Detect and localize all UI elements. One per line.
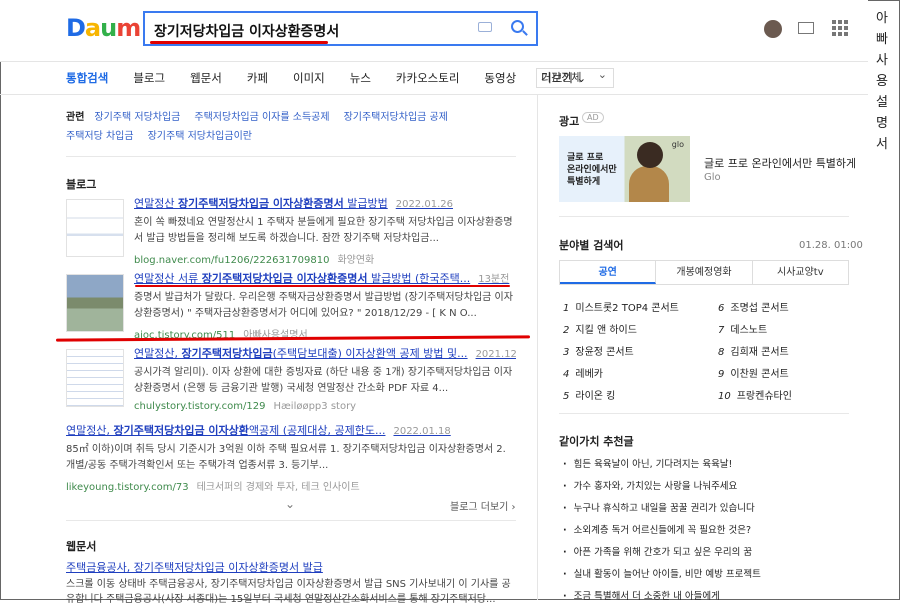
ranking-time: 01.28. 01:00	[799, 240, 863, 251]
blog-thumbnail[interactable]	[66, 349, 124, 407]
related-item[interactable]: 장기주택 저당차입금	[94, 112, 180, 123]
ranking-item[interactable]: 3 장윤정 콘서트	[563, 343, 634, 358]
mail-icon[interactable]	[798, 22, 814, 34]
ad-banner-image[interactable]: 글로 프로 온라인에서만 특별하게 glo	[559, 136, 690, 202]
values-title: 같이가치 추천글	[559, 435, 634, 448]
blog-section-title: 블로그	[66, 178, 97, 191]
ranking-item[interactable]: 4 레베카	[563, 365, 603, 380]
blog-source[interactable]: likeyoung.tistory.com/73 테크서퍼의 경제와 투자, 테크…	[66, 478, 516, 493]
blog-title[interactable]: 연말정산 서류 장기주택저당차입금 이자상환증명서 발급방법 (한국주택... 1…	[134, 270, 516, 286]
related-label: 관련	[66, 112, 85, 123]
related-item[interactable]: 주택저당차입금 이자를 소득공제	[194, 112, 329, 123]
ad-logo: glo	[671, 140, 684, 149]
blog-more-link[interactable]: 블로그 더보기 ›	[450, 498, 516, 513]
ad-sub: Glo	[704, 172, 721, 183]
ranking-item[interactable]: 10 프랑켄슈타인	[718, 387, 792, 402]
blog-desc: 85㎡ 이하)이며 취득 당시 기준시가 3억원 이하 주택 필요서류 1. 장…	[66, 444, 506, 471]
values-item[interactable]: 소외계층 독거 어르신들에게 꼭 필요한 것은?	[563, 522, 751, 536]
tab-news[interactable]: 뉴스	[350, 70, 371, 86]
avatar[interactable]	[764, 20, 782, 38]
divider	[559, 413, 849, 414]
blog-desc: 증명서 발급처가 달랐다. 우리은행 주택자금상환증명서 발급방법 (장기주택저…	[134, 292, 513, 319]
blog-source[interactable]: blog.naver.com/fu1206/222631709810 화양연화	[134, 251, 516, 266]
expand-chevron-icon[interactable]: ⌄	[285, 497, 295, 511]
search-tabs: 통합검색 블로그 웹문서 카페 이미지 뉴스 카카오스토리 동영상 더보기 ⌄	[66, 68, 611, 88]
ranking-item[interactable]: 9 이찬원 콘서트	[718, 365, 789, 380]
red-annotation-underline	[150, 41, 328, 44]
ranking-title: 분야별 검색어	[559, 239, 624, 252]
ranking-item[interactable]: 5 라이온 킹	[563, 387, 615, 402]
tab-blog[interactable]: 블로그	[133, 70, 165, 86]
search-input[interactable]: 장기저당차입금 이자상환증명서	[154, 21, 339, 41]
ranking-tab-tv[interactable]: 시사교양tv	[753, 261, 848, 284]
values-item[interactable]: 아픈 가족을 위해 간호가 되고 싶은 우리의 꿈	[563, 544, 752, 558]
tab-web[interactable]: 웹문서	[190, 70, 222, 86]
column-divider	[537, 95, 538, 600]
keyboard-icon[interactable]	[478, 22, 492, 32]
values-item[interactable]: 가수 홍자와, 가치있는 사랑을 나눠주세요	[563, 478, 738, 492]
blog-title[interactable]: 연말정산 장기주택저당차입금 이자상환증명서 발급방법 2022.01.26	[134, 195, 516, 211]
blog-date: 2022.01.26	[395, 199, 453, 210]
blog-desc: 혼이 쏙 빠졌네요 연말정산시 1 주택자 분들에게 필요한 장기주택 저당차입…	[134, 217, 513, 244]
tab-all[interactable]: 통합검색	[66, 70, 108, 86]
tab-kakaostory[interactable]: 카카오스토리	[396, 70, 459, 86]
ad-person-head	[637, 142, 663, 168]
blog-thumbnail[interactable]	[66, 199, 124, 257]
search-icon[interactable]	[511, 20, 524, 33]
ad-person-image	[629, 166, 669, 202]
tab-video[interactable]: 동영상	[484, 70, 516, 86]
blog-title[interactable]: 연말정산, 장기주택저당차입금(주택담보대출) 이자상환액 공제 방법 및...…	[134, 345, 516, 361]
related-item[interactable]: 주택저당 차입금	[66, 131, 134, 142]
ad-copy[interactable]: 글로 프로 온라인에서만 특별하게	[704, 155, 856, 171]
blog-date: 13분전	[478, 274, 510, 285]
apps-grid-icon[interactable]	[832, 20, 848, 36]
tab-image[interactable]: 이미지	[293, 70, 325, 86]
ranking-tab-performance[interactable]: 공연	[560, 261, 657, 284]
blog-date: 2021.12.28	[475, 349, 516, 360]
ranking-item[interactable]: 6 조명섭 콘서트	[718, 299, 789, 314]
ranking-item[interactable]: 1 미스트롯2 TOP4 콘서트	[563, 299, 679, 314]
ranking-item[interactable]: 2 지킬 앤 하이드	[563, 321, 637, 336]
web-result-desc: 스크롤 이동 상태바 주택금융공사, 장기주택저당차입금 이자상환증명서 발급 …	[66, 579, 511, 605]
blog-desc: 공시가격 알리미). 이자 상환에 대한 증빙자료 (하단 내용 중 1개) 장…	[134, 367, 513, 394]
related-item[interactable]: 장기주택 저당차입금이란	[148, 131, 252, 142]
ad-badge: AD	[582, 112, 604, 123]
period-select[interactable]: 기간전체	[536, 66, 614, 88]
divider	[66, 156, 516, 157]
ranking-item[interactable]: 8 김희재 콘서트	[718, 343, 789, 358]
ad-banner-text: 글로 프로 온라인에서만 특별하게	[567, 153, 617, 187]
related-item[interactable]: 장기주택저당차입금 공제	[344, 112, 448, 123]
daum-logo[interactable]: Daum	[66, 14, 141, 42]
values-item[interactable]: 누구나 휴식하고 내일을 꿈꿀 권리가 있습니다	[563, 500, 755, 514]
values-item[interactable]: 힘든 육육날이 아닌, 기다려지는 육육날!	[563, 456, 733, 470]
web-section-title: 웹문서	[66, 540, 97, 553]
divider	[66, 520, 516, 521]
vertical-watermark-title: 아빠사용설명서	[876, 11, 888, 152]
blog-source[interactable]: chulystory.tistory.com/129 Hæiløøpp3 stor…	[134, 401, 516, 412]
web-result-title[interactable]: 주택금융공사, 장기주택저당차입금 이자상환증명서 발급	[66, 559, 323, 575]
ranking-tab-movies[interactable]: 개봉예정영화	[656, 261, 753, 284]
divider	[559, 216, 849, 217]
red-annotation-underline	[135, 285, 510, 287]
nav-divider	[0, 94, 868, 95]
blog-thumbnail[interactable]	[66, 274, 124, 332]
blog-title[interactable]: 연말정산, 장기주택저당차입금 이자상환액공제 (공제대상, 공제한도... 20…	[66, 422, 516, 438]
header: Daum 장기저당차입금 이자상환증명서	[0, 0, 868, 62]
tab-cafe[interactable]: 카페	[247, 70, 268, 86]
ranking-item[interactable]: 7 데스노트	[718, 321, 767, 336]
blog-date: 2022.01.18	[393, 426, 451, 437]
values-item[interactable]: 실내 활동이 늘어난 아이들, 비만 예방 프로젝트	[563, 566, 761, 580]
ranking-tabs: 공연 개봉예정영화 시사교양tv	[559, 260, 849, 285]
related-searches: 관련 장기주택 저당차입금 주택저당차입금 이자를 소득공제 장기주택저당차입금 공제…	[66, 108, 516, 146]
ad-label: 광고	[559, 115, 580, 128]
